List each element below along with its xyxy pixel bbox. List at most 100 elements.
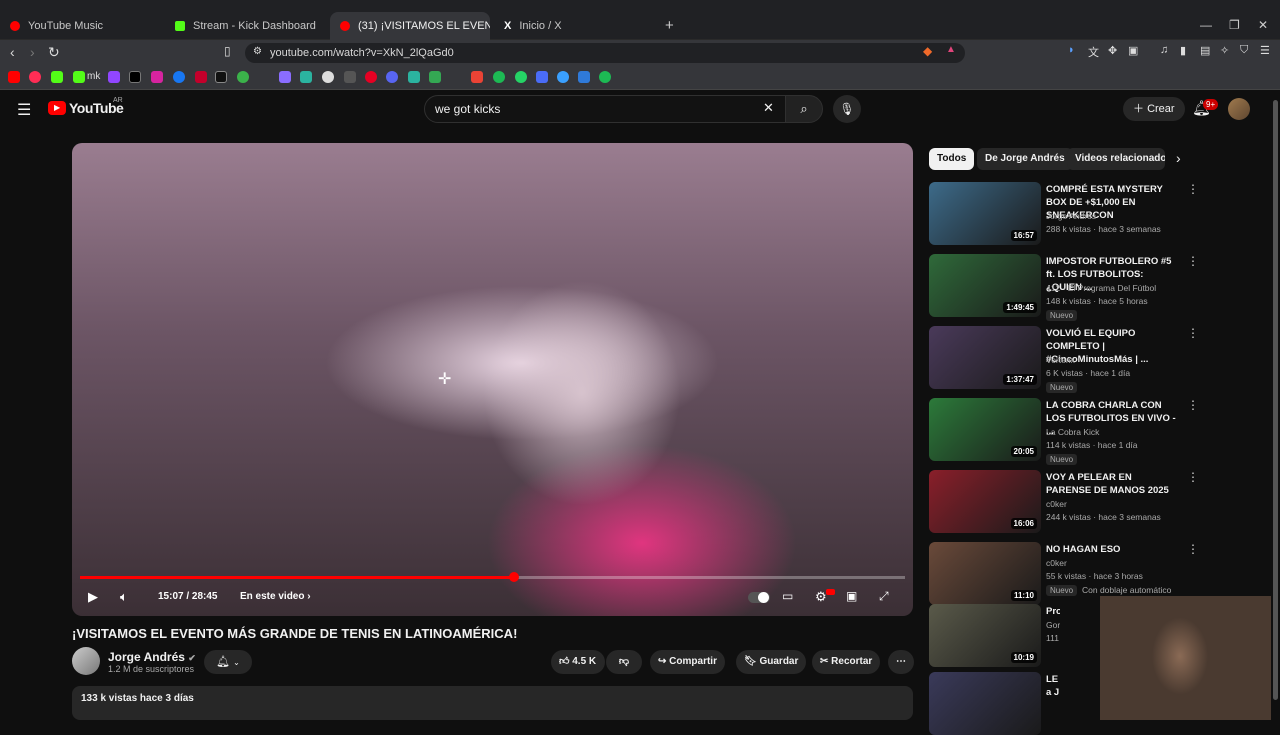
- bookmark-icon[interactable]: ▯: [224, 44, 231, 58]
- bookmark-purple-icon[interactable]: [279, 71, 291, 83]
- bookmark-youtube-icon[interactable]: [8, 71, 20, 83]
- bookmark-spotify-icon[interactable]: [493, 71, 505, 83]
- search-button[interactable]: ⌕: [785, 95, 823, 123]
- bookmark-red-icon[interactable]: [195, 71, 207, 83]
- bookmark-whatsapp-icon[interactable]: [515, 71, 527, 83]
- fullscreen-icon[interactable]: ⤢: [879, 589, 889, 604]
- search-input[interactable]: we got kicks: [424, 95, 786, 123]
- rec-channel[interactable]: Vorterix: [1046, 355, 1075, 365]
- maximize-icon[interactable]: ❐: [1229, 18, 1240, 32]
- rec-thumbnail[interactable]: [929, 672, 1041, 735]
- bookmark-kick-mk-icon[interactable]: [73, 71, 85, 83]
- leo-ai-icon[interactable]: ✧: [1220, 44, 1229, 57]
- rec-menu-icon[interactable]: ⋮: [1187, 326, 1199, 340]
- rec-menu-icon[interactable]: ⋮: [1187, 182, 1199, 196]
- share-button[interactable]: ↪ Compartir: [650, 650, 725, 674]
- tab-youtube-music[interactable]: YouTube Music: [0, 14, 165, 38]
- scrollbar-thumb[interactable]: [1273, 100, 1278, 700]
- rec-thumbnail[interactable]: 20:05: [929, 398, 1041, 461]
- rec-menu-icon[interactable]: ⋮: [1187, 470, 1199, 484]
- extension-icon[interactable]: ◗: [1068, 44, 1075, 56]
- bookmark-mk-label[interactable]: mk: [87, 71, 100, 82]
- bookmark-chat-icon[interactable]: [408, 71, 420, 83]
- bookmark-spotify2-icon[interactable]: [599, 71, 611, 83]
- save-button[interactable]: 🔖︎ Guardar: [736, 650, 807, 674]
- hamburger-menu-icon[interactable]: ☰: [17, 100, 31, 120]
- more-actions-button[interactable]: ⋯: [888, 650, 914, 674]
- video-player[interactable]: [72, 143, 913, 616]
- bookmark-discord-icon[interactable]: [386, 71, 398, 83]
- site-settings-icon[interactable]: ⚙: [253, 46, 262, 57]
- vpn-icon[interactable]: ⛉: [1240, 44, 1248, 57]
- like-button[interactable]: 👍︎ 4.5 K: [551, 650, 605, 674]
- subtitles-icon[interactable]: ▭: [782, 589, 793, 603]
- bookmark-green-icon[interactable]: [237, 71, 249, 83]
- brave-shield-icon[interactable]: ◆: [923, 44, 932, 58]
- chapters-button[interactable]: En este video ›: [240, 591, 311, 602]
- bookmark-ball-icon[interactable]: [322, 71, 334, 83]
- rec-thumbnail[interactable]: 1:49:45: [929, 254, 1041, 317]
- voice-search-button[interactable]: 🎙: [833, 95, 861, 123]
- media-icon[interactable]: ♫: [1160, 44, 1168, 56]
- description-box[interactable]: [72, 686, 913, 720]
- chip-videos-relacionados[interactable]: Videos relacionados: [1067, 148, 1165, 170]
- tab-x-inicio[interactable]: X Inicio / X: [494, 14, 659, 38]
- bookmark-tiktok-icon[interactable]: [215, 71, 227, 83]
- rec-menu-icon[interactable]: ⋮: [1187, 254, 1199, 268]
- bookmark-kick-icon[interactable]: [51, 71, 63, 83]
- subscription-bell-button[interactable]: 🔔︎ ⌄: [204, 650, 252, 674]
- translate-icon[interactable]: 文: [1088, 44, 1099, 60]
- forward-icon[interactable]: ›: [30, 44, 35, 60]
- chip-de-jorge-andres[interactable]: De Jorge Andrés: [977, 148, 1073, 170]
- rec-channel[interactable]: c0ker: [1046, 558, 1067, 568]
- rec-title[interactable]: LE a J: [1046, 673, 1060, 699]
- rec-thumbnail[interactable]: 10:19: [929, 604, 1041, 667]
- bookmark-blue-icon[interactable]: [536, 71, 548, 83]
- rec-thumbnail[interactable]: 11:10: [929, 542, 1041, 605]
- url-field[interactable]: youtube.com/watch?v=XkN_2lQaGd0: [245, 43, 965, 63]
- chip-scroll-right-icon[interactable]: ›: [1176, 150, 1181, 166]
- bookmark-globe-icon[interactable]: [557, 71, 569, 83]
- rec-thumbnail[interactable]: 16:06: [929, 470, 1041, 533]
- bookmark-maps-icon[interactable]: [429, 71, 441, 83]
- volume-icon[interactable]: 🔈︎: [120, 589, 128, 605]
- rec-channel[interactable]: c0ker: [1046, 499, 1067, 509]
- tab-kick-dashboard[interactable]: Stream - Kick Dashboard: [165, 14, 330, 38]
- sidebar-icon[interactable]: ▮: [1180, 44, 1186, 57]
- rec-menu-icon[interactable]: ⋮: [1187, 398, 1199, 412]
- settings-gear-icon[interactable]: ⚙: [815, 589, 827, 605]
- rec-channel[interactable]: Jorge Andrés: [1046, 211, 1096, 221]
- bookmark-x-icon[interactable]: [129, 71, 141, 83]
- bookmark-pinterest-icon[interactable]: [365, 71, 377, 83]
- bookmark-facebook-icon[interactable]: [173, 71, 185, 83]
- wallet-icon[interactable]: ▤: [1200, 44, 1210, 57]
- account-avatar[interactable]: [1228, 98, 1250, 120]
- bookmark-teal-icon[interactable]: [300, 71, 312, 83]
- bookmark-music-icon[interactable]: [29, 71, 41, 83]
- minimize-icon[interactable]: —: [1200, 18, 1212, 32]
- miniplayer-icon[interactable]: ▣: [846, 589, 857, 603]
- bookmark-gmail-icon[interactable]: [471, 71, 483, 83]
- rec-title[interactable]: Pro: [1046, 605, 1060, 618]
- brave-rewards-icon[interactable]: ▲: [946, 44, 956, 55]
- rec-menu-icon[interactable]: ⋮: [1187, 542, 1199, 556]
- rec-channel[interactable]: La Cobra Kick: [1046, 427, 1099, 437]
- rec-thumbnail[interactable]: 16:57: [929, 182, 1041, 245]
- bookmark-grid-icon[interactable]: [344, 71, 356, 83]
- new-tab-button[interactable]: +: [665, 17, 674, 34]
- reload-icon[interactable]: ↻: [48, 44, 60, 61]
- menu-icon[interactable]: ☰: [1260, 44, 1270, 57]
- bookmark-instagram-icon[interactable]: [151, 71, 163, 83]
- dislike-button[interactable]: 👎︎: [606, 650, 642, 674]
- create-button[interactable]: ＋ Crear: [1123, 97, 1185, 121]
- close-window-icon[interactable]: ✕: [1258, 18, 1268, 32]
- rec-channel[interactable]: Gor: [1046, 620, 1060, 630]
- rec-thumbnail[interactable]: 1:37:47: [929, 326, 1041, 389]
- channel-name[interactable]: Jorge Andrés ✔: [108, 650, 196, 664]
- back-icon[interactable]: ‹: [10, 44, 15, 60]
- rec-title[interactable]: VOY A PELEAR EN PARENSE DE MANOS 2025: [1046, 471, 1176, 497]
- bookmark-twitch-icon[interactable]: [108, 71, 120, 83]
- bookmark-doc-icon[interactable]: [578, 71, 590, 83]
- progress-scrubber[interactable]: [508, 572, 519, 582]
- chip-todos[interactable]: Todos: [929, 148, 975, 170]
